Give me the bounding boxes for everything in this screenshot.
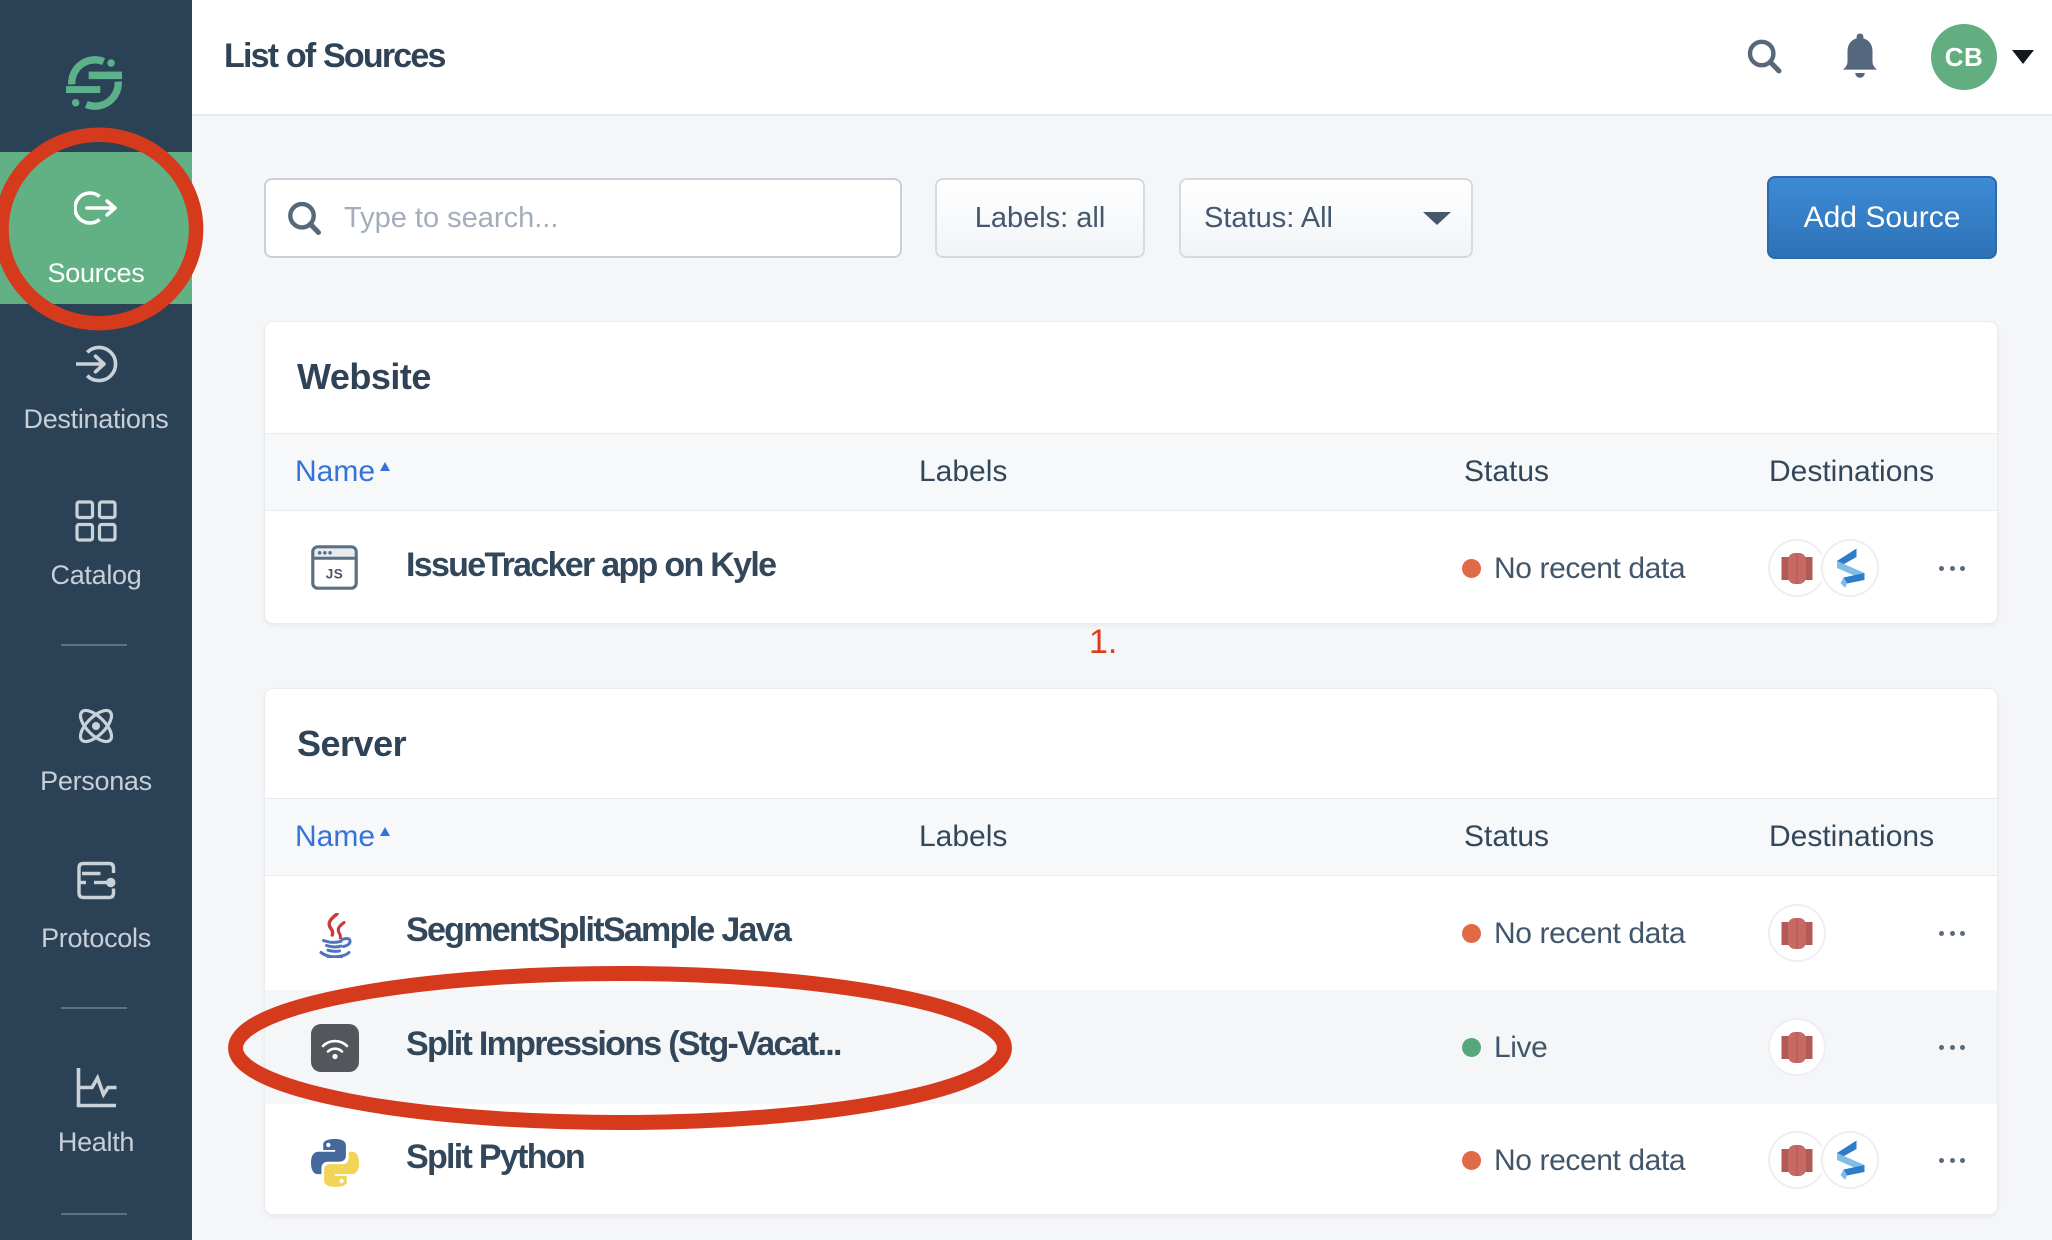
svg-text:JS: JS (326, 567, 344, 582)
